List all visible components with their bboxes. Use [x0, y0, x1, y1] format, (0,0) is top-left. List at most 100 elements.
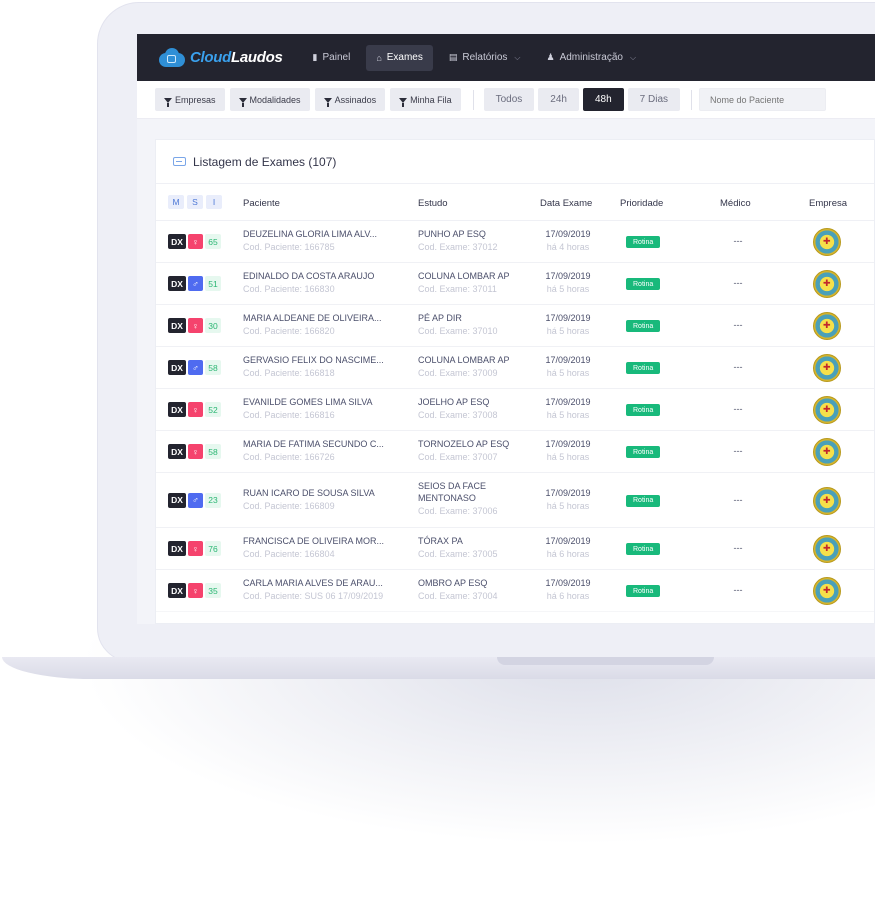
- study-name[interactable]: SEIOS DA FACE: [418, 481, 498, 491]
- male-icon: ♂: [188, 276, 203, 291]
- time-range-todos[interactable]: Todos: [483, 88, 535, 111]
- study-name[interactable]: PUNHO AP ESQ: [418, 229, 498, 239]
- female-icon: ♀: [188, 541, 203, 556]
- company-seal-icon[interactable]: [813, 354, 841, 382]
- quick-filter-s[interactable]: S: [187, 195, 203, 209]
- exam-date: 17/09/2019: [545, 271, 591, 281]
- quick-filter-i[interactable]: I: [206, 195, 222, 209]
- patient-name[interactable]: MARIA ALDEANE DE OLIVEIRA...: [243, 313, 382, 323]
- filter-button-minha-fila[interactable]: Minha Fila: [390, 88, 461, 111]
- patient-name[interactable]: EVANILDE GOMES LIMA SILVA: [243, 397, 373, 407]
- patient-name[interactable]: FRANCISCA DE OLIVEIRA MOR...: [243, 536, 384, 546]
- table-row[interactable]: DX ♂ 58 GERVASIO FELIX DO NASCIME... Cod. Pa…: [156, 347, 874, 389]
- patient-name-search-input[interactable]: [699, 88, 827, 111]
- study-cell: SEIOS DA FACE MENTONASO Cod. Exame: 37006: [418, 481, 498, 516]
- filter-button-empresas[interactable]: Empresas: [155, 88, 225, 111]
- study-cell: JOELHO AP ESQ Cod. Exame: 37008: [418, 397, 498, 420]
- nav-item-administração[interactable]: ♟ Administração ⌵: [537, 45, 647, 71]
- nav-item-exames[interactable]: ⌂ Exames: [366, 44, 433, 71]
- study-name[interactable]: MENTONASO: [418, 493, 498, 503]
- exam-date: 17/09/2019: [545, 313, 591, 323]
- modality-badge: DX: [168, 583, 186, 598]
- page: CloudLaudos ▮ Painel ⌂ Exames ▤ Relatórios ⌵ ♟ A…: [0, 0, 875, 898]
- table-row[interactable]: DX ♂ 23 RUAN ICARO DE SOUSA SILVA Cod. Pacie…: [156, 473, 874, 528]
- priority-badge: Rotina: [626, 320, 661, 332]
- exam-date: 17/09/2019: [545, 229, 591, 239]
- age-badge: 65: [205, 234, 221, 249]
- study-name[interactable]: COLUNA LOMBAR AP: [418, 355, 510, 365]
- patient-name[interactable]: GERVASIO FELIX DO NASCIME...: [243, 355, 384, 365]
- quick-filter-m[interactable]: M: [168, 195, 184, 209]
- patient-name[interactable]: DEUZELINA GLORIA LIMA ALV...: [243, 229, 377, 239]
- patient-code: Cod. Paciente: 166809: [243, 500, 335, 511]
- priority-badge: Rotina: [626, 446, 661, 458]
- patient-name[interactable]: EDINALDO DA COSTA ARAUJO: [243, 271, 374, 281]
- age-badge: 58: [205, 360, 221, 375]
- table-row[interactable]: DX ♀ 52 EVANILDE GOMES LIMA SILVA Cod. Pacie…: [156, 389, 874, 431]
- study-name[interactable]: TÓRAX PA: [418, 536, 498, 546]
- nav-item-relatórios[interactable]: ▤ Relatórios ⌵: [439, 45, 531, 71]
- company-seal-icon[interactable]: [813, 228, 841, 256]
- modality-badge: DX: [168, 234, 186, 249]
- exam-code: Cod. Exame: 37009: [418, 368, 498, 378]
- filter-button-label: Empresas: [175, 94, 216, 105]
- filter-button-modalidades[interactable]: Modalidades: [229, 88, 310, 111]
- study-name[interactable]: OMBRO AP ESQ: [418, 578, 498, 588]
- funnel-icon: [238, 98, 247, 107]
- study-cell: PÉ AP DIR Cod. Exame: 37010: [418, 313, 498, 336]
- company-seal-icon[interactable]: [813, 577, 841, 605]
- study-name[interactable]: TORNOZELO AP ESQ: [418, 439, 509, 449]
- study-name[interactable]: COLUNA LOMBAR AP: [418, 271, 510, 281]
- filter-button-label: Modalidades: [249, 94, 301, 105]
- company-seal-icon[interactable]: [813, 535, 841, 563]
- company-seal-icon[interactable]: [813, 486, 841, 515]
- patient-name[interactable]: MARIA DE FATIMA SECUNDO C...: [243, 439, 384, 449]
- filter-button-label: Assinados: [334, 94, 377, 105]
- patient-badges: DX ♀ 65: [168, 234, 221, 249]
- table-row[interactable]: DX ♀ 58 MARIA DE FATIMA SECUNDO C... Cod. Pa…: [156, 431, 874, 473]
- company-seal-icon[interactable]: [813, 312, 841, 340]
- exam-relative-time: há 5 horas: [546, 368, 590, 378]
- patient-code: Cod. Paciente: 166785: [243, 242, 335, 252]
- table-row[interactable]: DX ♂ 51 EDINALDO DA COSTA ARAUJO Cod. Pacien…: [156, 263, 874, 305]
- age-badge: 58: [205, 444, 221, 459]
- time-range-24h[interactable]: 24h: [538, 88, 579, 111]
- column-header-data[interactable]: Data Exame: [540, 198, 592, 209]
- laptop-notch: [497, 657, 714, 665]
- time-range-48h[interactable]: 48h: [582, 88, 624, 111]
- company-seal-icon[interactable]: [813, 438, 841, 466]
- filter-button-label: Minha Fila: [410, 94, 452, 105]
- column-header-estudo[interactable]: Estudo: [418, 198, 448, 209]
- company-seal-icon[interactable]: [813, 270, 841, 298]
- study-name[interactable]: JOELHO AP ESQ: [418, 397, 498, 407]
- column-header-empresa[interactable]: Empresa: [809, 198, 847, 209]
- column-header-medico[interactable]: Médico: [720, 198, 751, 209]
- filter-button-assinados[interactable]: Assinados: [314, 88, 386, 111]
- logo-text: CloudLaudos: [190, 49, 283, 66]
- scroll-fade: [156, 605, 874, 623]
- table-row[interactable]: DX ♀ 30 MARIA ALDEANE DE OLIVEIRA... Cod. Pa…: [156, 305, 874, 347]
- nav-item-label: Exames: [386, 52, 423, 63]
- exam-date: 17/09/2019: [545, 536, 591, 546]
- column-header-paciente[interactable]: Paciente: [243, 198, 280, 209]
- patient-badges: DX ♀ 30: [168, 318, 221, 333]
- exam-relative-time: há 6 horas: [546, 549, 590, 559]
- nav-item-painel[interactable]: ▮ Painel: [303, 45, 361, 71]
- exam-relative-time: há 5 horas: [546, 326, 590, 336]
- app-logo[interactable]: CloudLaudos: [157, 47, 283, 68]
- patient-name[interactable]: RUAN ICARO DE SOUSA SILVA: [243, 488, 375, 498]
- table-row[interactable]: DX ♀ 76 FRANCISCA DE OLIVEIRA MOR... Cod. Pa…: [156, 528, 874, 570]
- company-seal-icon[interactable]: [813, 396, 841, 424]
- patient-name[interactable]: CARLA MARIA ALVES DE ARAU...: [243, 578, 383, 588]
- nav-item-label: Painel: [322, 52, 351, 63]
- patient-cell: EDINALDO DA COSTA ARAUJO Cod. Paciente: 1…: [243, 271, 374, 294]
- table-row[interactable]: DX ♀ 65 DEUZELINA GLORIA LIMA ALV... Cod. Pa…: [156, 221, 874, 263]
- patient-badges: DX ♂ 23: [168, 492, 221, 508]
- column-header-prioridade[interactable]: Prioridade: [620, 198, 663, 209]
- app-screen: CloudLaudos ▮ Painel ⌂ Exames ▤ Relatórios ⌵ ♟ A…: [137, 34, 875, 624]
- study-name[interactable]: PÉ AP DIR: [418, 313, 498, 323]
- age-badge: 35: [205, 583, 221, 598]
- study-cell: TORNOZELO AP ESQ Cod. Exame: 37007: [418, 439, 509, 462]
- patient-badges: DX ♀ 52: [168, 402, 221, 417]
- time-range-7-dias[interactable]: 7 Dias: [627, 88, 681, 111]
